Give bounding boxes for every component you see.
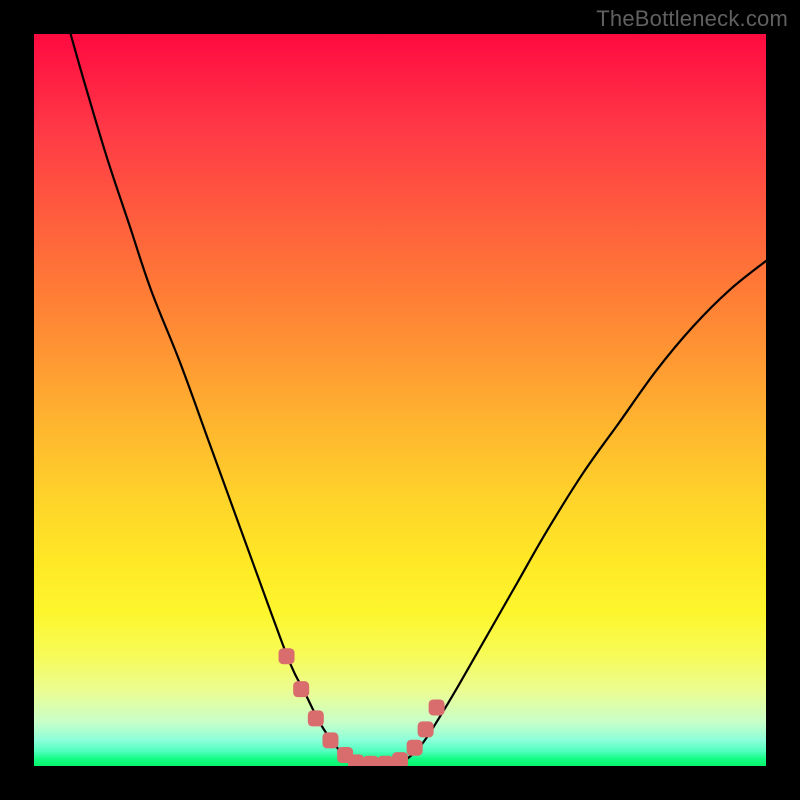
bottleneck-curve bbox=[71, 34, 766, 766]
highlight-marker bbox=[363, 756, 379, 766]
watermark-text: TheBottleneck.com bbox=[596, 6, 788, 32]
highlight-marker bbox=[348, 754, 364, 766]
highlight-marker bbox=[429, 699, 445, 715]
highlight-marker bbox=[392, 752, 408, 766]
highlight-markers bbox=[279, 648, 445, 766]
highlight-marker bbox=[418, 721, 434, 737]
plot-area bbox=[34, 34, 766, 766]
highlight-marker bbox=[407, 740, 423, 756]
highlight-marker bbox=[308, 710, 324, 726]
highlight-marker bbox=[293, 681, 309, 697]
curve-layer bbox=[34, 34, 766, 766]
highlight-marker bbox=[322, 732, 338, 748]
highlight-marker bbox=[377, 756, 393, 766]
chart-frame: TheBottleneck.com bbox=[0, 0, 800, 800]
highlight-marker bbox=[279, 648, 295, 664]
